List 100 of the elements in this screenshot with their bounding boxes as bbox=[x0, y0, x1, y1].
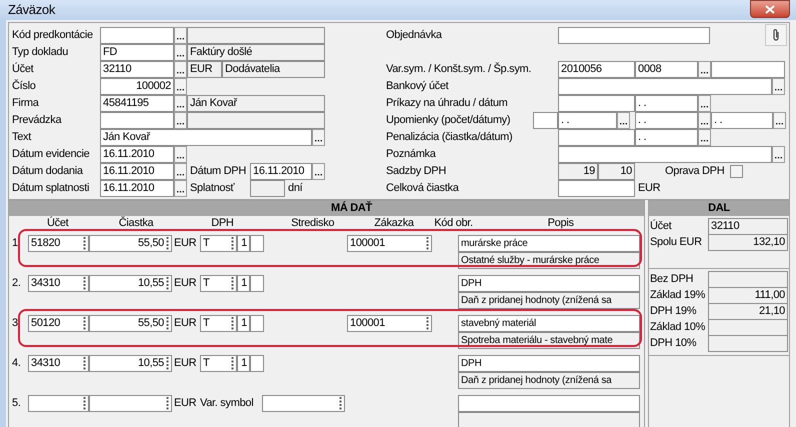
browse-button[interactable] bbox=[174, 146, 187, 163]
input-field[interactable] bbox=[262, 395, 345, 412]
dotted-handle-icon[interactable] bbox=[166, 237, 169, 250]
browse-button[interactable] bbox=[698, 112, 711, 129]
input-field[interactable] bbox=[250, 235, 264, 252]
description-field[interactable]: murárske práce bbox=[458, 235, 640, 252]
input-field[interactable] bbox=[28, 395, 89, 412]
browse-button[interactable] bbox=[773, 112, 786, 129]
dotted-handle-icon[interactable] bbox=[166, 357, 169, 370]
browse-button[interactable] bbox=[698, 61, 711, 78]
checkbox[interactable] bbox=[730, 165, 744, 178]
input-field[interactable]: 2010056 bbox=[558, 61, 635, 78]
input-field[interactable]: 16.11.2010 bbox=[100, 163, 174, 180]
input-field[interactable] bbox=[100, 27, 174, 44]
browse-button[interactable] bbox=[174, 95, 187, 112]
field-label: 4. bbox=[12, 356, 22, 371]
dotted-handle-icon[interactable] bbox=[426, 317, 429, 330]
close-button[interactable] bbox=[750, 0, 790, 18]
browse-button[interactable] bbox=[772, 146, 785, 163]
input-field[interactable]: 16.11.2010 bbox=[250, 163, 312, 180]
browse-button[interactable] bbox=[312, 163, 325, 180]
dotted-handle-icon[interactable] bbox=[83, 397, 86, 410]
field-label: EUR bbox=[173, 276, 198, 291]
input-field[interactable]: 55,50 bbox=[89, 235, 172, 252]
input-field[interactable] bbox=[558, 146, 772, 163]
input-field[interactable]: 34310 bbox=[28, 275, 89, 292]
input-field[interactable] bbox=[250, 315, 264, 332]
input-field[interactable]: T bbox=[200, 275, 237, 292]
input-field[interactable]: . . bbox=[635, 112, 698, 129]
description-field[interactable]: DPH bbox=[458, 275, 640, 292]
input-field[interactable]: 10,55 bbox=[89, 355, 172, 372]
input-field[interactable]: 100001 bbox=[347, 235, 432, 252]
browse-button[interactable] bbox=[174, 78, 187, 95]
input-field[interactable]: T bbox=[200, 355, 237, 372]
browse-button[interactable] bbox=[174, 180, 187, 197]
dotted-handle-icon[interactable] bbox=[166, 277, 169, 290]
field-label: Objednávka bbox=[386, 28, 443, 43]
input-field[interactable]: 1 bbox=[237, 355, 250, 372]
rate-field: 19 bbox=[558, 163, 598, 180]
input-field[interactable]: . . bbox=[711, 112, 773, 129]
dotted-handle-icon[interactable] bbox=[231, 277, 234, 290]
input-field[interactable] bbox=[558, 27, 710, 44]
input-field[interactable] bbox=[558, 95, 635, 112]
browse-button[interactable] bbox=[312, 129, 325, 146]
input-field[interactable] bbox=[250, 275, 264, 292]
input-field[interactable]: 100002 bbox=[100, 78, 174, 95]
browse-button[interactable] bbox=[174, 163, 187, 180]
input-field[interactable]: 45841195 bbox=[100, 95, 174, 112]
paperclip-icon bbox=[772, 28, 780, 42]
input-field[interactable]: 50120 bbox=[28, 315, 89, 332]
browse-button[interactable] bbox=[772, 78, 785, 95]
dotted-handle-icon[interactable] bbox=[83, 237, 86, 250]
input-field[interactable] bbox=[533, 112, 558, 129]
dotted-handle-icon[interactable] bbox=[83, 277, 86, 290]
input-field[interactable]: 10,55 bbox=[89, 275, 172, 292]
dotted-handle-icon[interactable] bbox=[166, 397, 169, 410]
input-field[interactable] bbox=[89, 395, 172, 412]
dotted-handle-icon[interactable] bbox=[166, 317, 169, 330]
browse-button[interactable] bbox=[174, 112, 187, 129]
description-field[interactable]: DPH bbox=[458, 355, 640, 372]
browse-button[interactable] bbox=[174, 44, 187, 61]
input-field[interactable]: 34310 bbox=[28, 355, 89, 372]
input-field[interactable]: 0008 bbox=[635, 61, 698, 78]
dotted-handle-icon[interactable] bbox=[83, 317, 86, 330]
input-field[interactable]: T bbox=[200, 315, 237, 332]
description-field[interactable] bbox=[458, 395, 640, 412]
input-field[interactable]: 16.11.2010 bbox=[100, 146, 174, 163]
input-field[interactable]: . . bbox=[635, 95, 698, 112]
browse-button[interactable] bbox=[698, 129, 711, 146]
input-field[interactable] bbox=[100, 112, 174, 129]
input-field[interactable]: FD bbox=[100, 44, 174, 61]
browse-button[interactable] bbox=[174, 27, 187, 44]
input-field[interactable]: . . bbox=[635, 129, 698, 146]
input-field[interactable]: 51820 bbox=[28, 235, 89, 252]
input-field[interactable]: 55,50 bbox=[89, 315, 172, 332]
browse-button[interactable] bbox=[617, 112, 630, 129]
input-field[interactable] bbox=[250, 355, 264, 372]
input-field[interactable]: . . bbox=[558, 112, 617, 129]
input-field[interactable]: Ján Kovař bbox=[100, 129, 312, 146]
input-field[interactable]: 1 bbox=[237, 235, 250, 252]
description-field[interactable]: stavebný materiál bbox=[458, 315, 640, 332]
dotted-handle-icon[interactable] bbox=[83, 357, 86, 370]
input-field[interactable]: 100001 bbox=[347, 315, 432, 332]
browse-button[interactable] bbox=[174, 61, 187, 78]
input-field[interactable]: 32110 bbox=[100, 61, 174, 78]
dotted-handle-icon[interactable] bbox=[231, 357, 234, 370]
input-field[interactable]: 1 bbox=[237, 275, 250, 292]
input-field[interactable] bbox=[558, 78, 772, 95]
input-field[interactable] bbox=[711, 61, 785, 78]
input-field[interactable]: 1 bbox=[237, 315, 250, 332]
input-field[interactable]: 16.11.2010 bbox=[100, 180, 174, 197]
dotted-handle-icon[interactable] bbox=[231, 237, 234, 250]
browse-button[interactable] bbox=[698, 95, 711, 112]
attachment-button[interactable] bbox=[765, 24, 787, 46]
dotted-handle-icon[interactable] bbox=[231, 317, 234, 330]
dotted-handle-icon[interactable] bbox=[426, 237, 429, 250]
dotted-handle-icon[interactable] bbox=[339, 397, 342, 410]
input-field[interactable]: T bbox=[200, 235, 237, 252]
input-field[interactable] bbox=[558, 180, 635, 197]
input-field[interactable] bbox=[558, 129, 635, 146]
